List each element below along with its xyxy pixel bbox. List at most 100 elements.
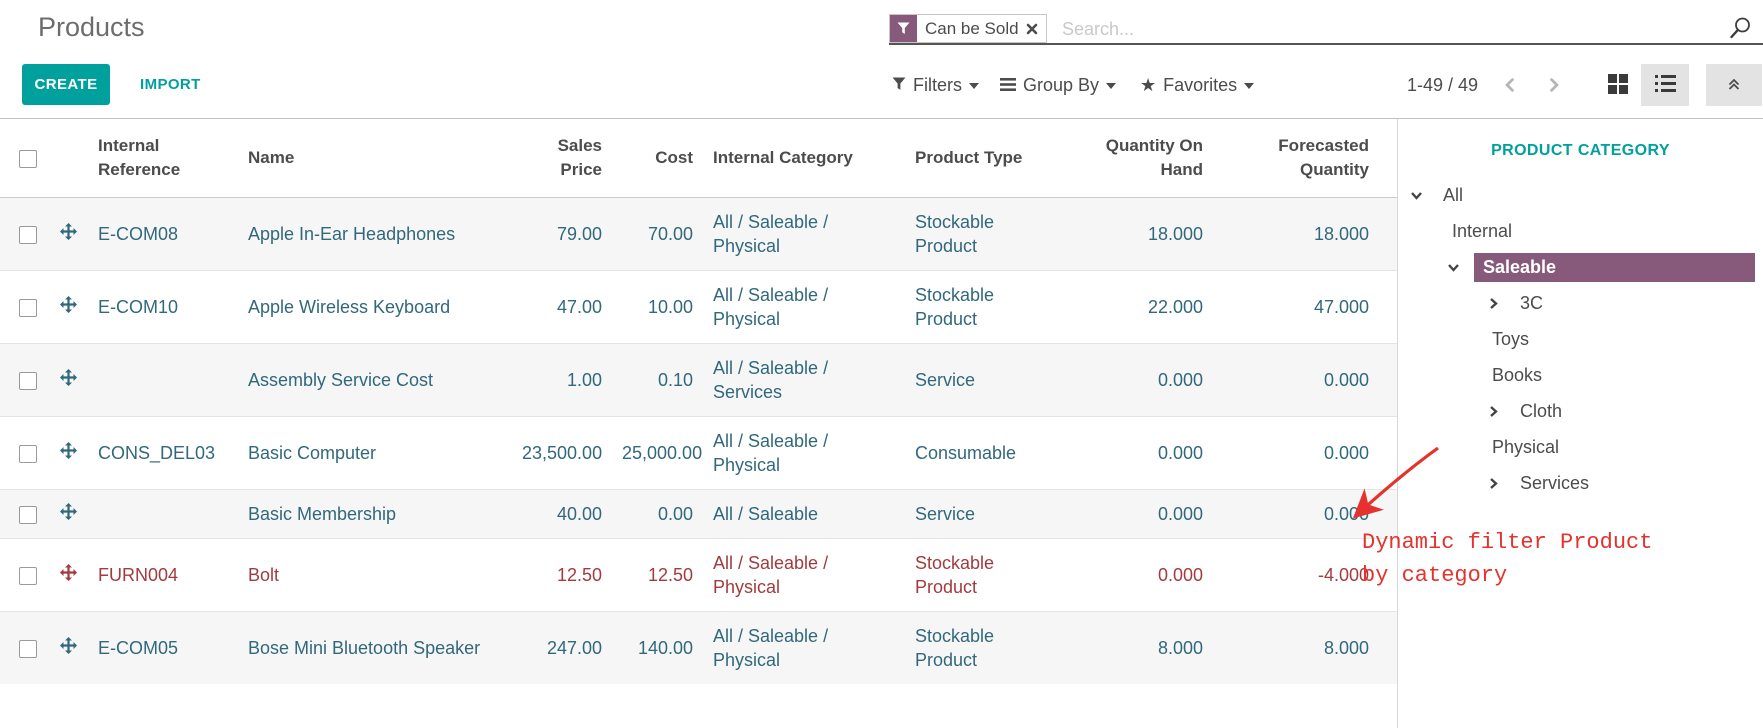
- group-by-menu[interactable]: Group By: [1000, 64, 1116, 106]
- search-icon[interactable]: [1728, 16, 1752, 45]
- table-row[interactable]: Assembly Service Cost 1.00 0.10 All / Sa…: [0, 344, 1397, 417]
- chevron-down-icon: [1409, 188, 1427, 203]
- col-cost[interactable]: Cost: [612, 119, 703, 198]
- search-input[interactable]: [1062, 16, 1622, 42]
- cost-cell: 25,000.00: [612, 417, 703, 490]
- drag-handle-icon[interactable]: [60, 636, 77, 653]
- sales-price-cell: 79.00: [512, 198, 612, 271]
- list-view-button[interactable]: [1641, 64, 1689, 106]
- col-name[interactable]: Name: [238, 119, 512, 198]
- select-all-checkbox[interactable]: [19, 150, 37, 168]
- create-button[interactable]: CREATE: [22, 64, 110, 105]
- table-row[interactable]: FURN004 Bolt 12.50 12.50 All / Saleable …: [0, 539, 1397, 612]
- forecasted-quantity-cell: 0.000: [1213, 490, 1379, 539]
- row-checkbox[interactable]: [19, 372, 37, 390]
- product-type-cell: Consumable: [905, 417, 1060, 490]
- pager-previous-button[interactable]: [1494, 64, 1528, 106]
- forecasted-quantity-cell: 18.000: [1213, 198, 1379, 271]
- category-label: Books: [1486, 362, 1548, 389]
- table-row[interactable]: E-COM08 Apple In-Ear Headphones 79.00 70…: [0, 198, 1397, 271]
- products-list-page: Products CREATE IMPORT Can be Sold Filte…: [0, 0, 1763, 728]
- category-tree-item[interactable]: Saleable: [1398, 249, 1763, 285]
- filters-menu[interactable]: Filters: [892, 64, 979, 106]
- drag-handle-icon[interactable]: [60, 563, 77, 580]
- quantity-on-hand-cell: 0.000: [1060, 417, 1213, 490]
- col-forecasted-quantity[interactable]: Forecasted Quantity: [1213, 119, 1379, 198]
- cost-cell: 12.50: [612, 539, 703, 612]
- product-name-cell: Apple Wireless Keyboard: [238, 271, 512, 344]
- product-type-cell: Stockable Product: [905, 198, 1060, 271]
- forecasted-quantity-cell: -4.000: [1213, 539, 1379, 612]
- pager-range: 1-49 / 49: [1407, 64, 1478, 106]
- category-tree-item[interactable]: Internal: [1398, 213, 1763, 249]
- drag-handle-icon[interactable]: [60, 222, 77, 239]
- category-tree-item[interactable]: Services: [1398, 465, 1763, 501]
- search-underline: [889, 43, 1763, 45]
- col-quantity-on-hand[interactable]: Quantity On Hand: [1060, 119, 1213, 198]
- drag-handle-icon[interactable]: [60, 441, 77, 458]
- product-name-cell: Basic Computer: [238, 417, 512, 490]
- category-panel-title: PRODUCT CATEGORY: [1398, 142, 1763, 160]
- col-product-type[interactable]: Product Type: [905, 119, 1060, 198]
- drag-handle-icon[interactable]: [60, 368, 77, 385]
- quantity-on-hand-cell: 0.000: [1060, 490, 1213, 539]
- quantity-on-hand-cell: 22.000: [1060, 271, 1213, 344]
- sales-price-cell: 12.50: [512, 539, 612, 612]
- filter-funnel-icon: [892, 75, 906, 96]
- category-tree-item[interactable]: All: [1398, 177, 1763, 213]
- product-type-cell: Service: [905, 344, 1060, 417]
- internal-reference-cell: E-COM05: [88, 612, 238, 685]
- category-tree-item[interactable]: Toys: [1398, 321, 1763, 357]
- row-checkbox[interactable]: [19, 445, 37, 463]
- pager-next-button[interactable]: [1536, 64, 1570, 106]
- internal-reference-cell: [88, 490, 238, 539]
- favorites-menu[interactable]: ★ Favorites: [1140, 64, 1254, 106]
- facet-remove-icon[interactable]: [1026, 23, 1038, 35]
- category-label: Internal: [1446, 218, 1518, 245]
- internal-category-cell: All / Saleable / Physical: [703, 271, 905, 344]
- product-category-panel: PRODUCT CATEGORY All Internal Saleable 3…: [1397, 119, 1763, 728]
- internal-reference-cell: E-COM10: [88, 271, 238, 344]
- drag-handle-icon[interactable]: [60, 502, 77, 519]
- internal-category-cell: All / Saleable / Physical: [703, 539, 905, 612]
- row-checkbox[interactable]: [19, 640, 37, 658]
- cost-cell: 70.00: [612, 198, 703, 271]
- chevron-down-icon: [1106, 83, 1116, 89]
- row-checkbox[interactable]: [19, 299, 37, 317]
- table-header-row: Internal Reference Name Sales Price Cost…: [0, 119, 1397, 198]
- category-label: All: [1437, 182, 1469, 209]
- col-internal-category[interactable]: Internal Category: [703, 119, 905, 198]
- col-internal-reference[interactable]: Internal Reference: [88, 119, 238, 198]
- row-checkbox[interactable]: [19, 506, 37, 524]
- table-row[interactable]: Basic Membership 40.00 0.00 All / Saleab…: [0, 490, 1397, 539]
- internal-reference-cell: E-COM08: [88, 198, 238, 271]
- category-tree-item[interactable]: Books: [1398, 357, 1763, 393]
- quantity-on-hand-cell: 0.000: [1060, 539, 1213, 612]
- product-table-region: Internal Reference Name Sales Price Cost…: [0, 119, 1397, 728]
- product-type-cell: Stockable Product: [905, 271, 1060, 344]
- table-row[interactable]: CONS_DEL03 Basic Computer 23,500.00 25,0…: [0, 417, 1397, 490]
- category-tree-item[interactable]: 3C: [1398, 285, 1763, 321]
- drag-handle-icon[interactable]: [60, 295, 77, 312]
- category-tree: All Internal Saleable 3C Toys Books: [1398, 177, 1763, 501]
- row-checkbox[interactable]: [19, 567, 37, 585]
- search-facet[interactable]: Can be Sold: [889, 14, 1047, 43]
- sales-price-cell: 47.00: [512, 271, 612, 344]
- cost-cell: 140.00: [612, 612, 703, 685]
- forecasted-quantity-cell: 0.000: [1213, 344, 1379, 417]
- collapse-panel-button[interactable]: [1706, 64, 1762, 106]
- table-row[interactable]: E-COM05 Bose Mini Bluetooth Speaker 247.…: [0, 612, 1397, 685]
- category-tree-item[interactable]: Cloth: [1398, 393, 1763, 429]
- table-row[interactable]: E-COM10 Apple Wireless Keyboard 47.00 10…: [0, 271, 1397, 344]
- sales-price-cell: 40.00: [512, 490, 612, 539]
- row-checkbox[interactable]: [19, 226, 37, 244]
- category-tree-item[interactable]: Physical: [1398, 429, 1763, 465]
- col-sales-price[interactable]: Sales Price: [512, 119, 612, 198]
- import-button[interactable]: IMPORT: [140, 64, 201, 105]
- quantity-on-hand-cell: 8.000: [1060, 612, 1213, 685]
- chevron-down-icon: [1244, 83, 1254, 89]
- quantity-on-hand-cell: 18.000: [1060, 198, 1213, 271]
- favorites-label: Favorites: [1163, 75, 1237, 96]
- kanban-view-button[interactable]: [1596, 64, 1640, 106]
- internal-category-cell: All / Saleable: [703, 490, 905, 539]
